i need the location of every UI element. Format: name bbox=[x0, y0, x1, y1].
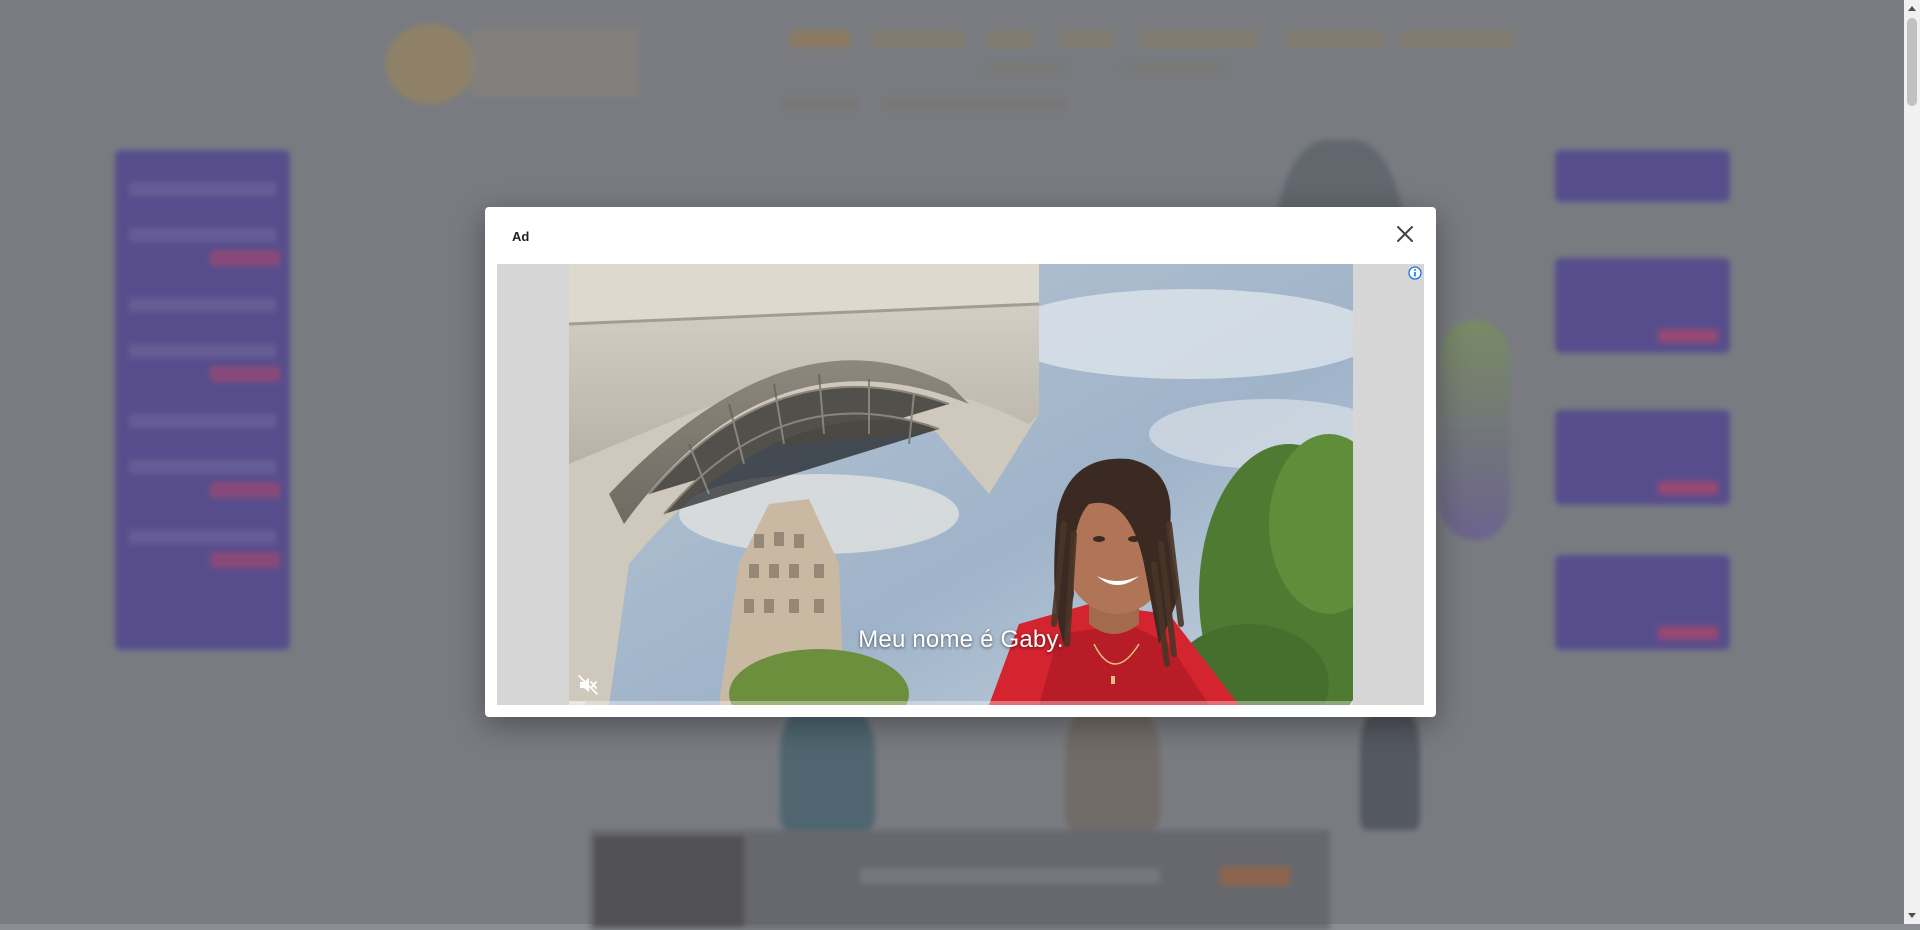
page-scrollbar[interactable] bbox=[1904, 0, 1920, 924]
scroll-up-arrow-icon[interactable] bbox=[1904, 0, 1920, 16]
video-progress-fill bbox=[569, 701, 585, 705]
close-icon[interactable] bbox=[1392, 221, 1418, 247]
ad-frame: Meu nome é Gaby. bbox=[497, 264, 1424, 705]
video-progress-track[interactable] bbox=[569, 701, 1353, 705]
muted-speaker-icon[interactable] bbox=[577, 674, 599, 696]
scroll-down-arrow-icon[interactable] bbox=[1904, 908, 1920, 924]
modal-title: Ad bbox=[512, 229, 530, 244]
ad-video[interactable]: Meu nome é Gaby. bbox=[569, 264, 1353, 705]
info-icon[interactable] bbox=[1408, 266, 1422, 280]
video-subtitle: Meu nome é Gaby. bbox=[858, 626, 1064, 653]
scrollbar-thumb[interactable] bbox=[1907, 18, 1917, 106]
ad-modal: Ad Meu nome é Gaby. bbox=[485, 207, 1436, 717]
